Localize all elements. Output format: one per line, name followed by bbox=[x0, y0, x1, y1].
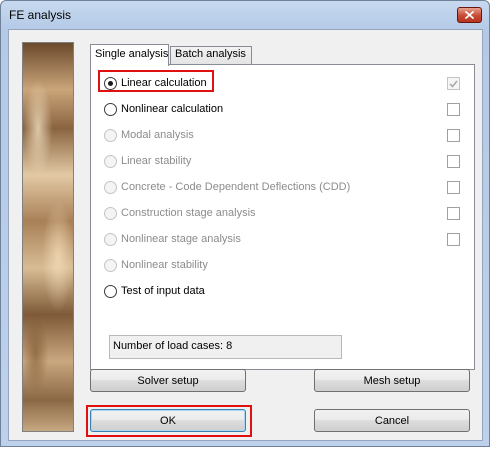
radio-icon[interactable] bbox=[104, 102, 117, 116]
modal-analysis-checkbox[interactable] bbox=[447, 129, 460, 142]
mesh-setup-label: Mesh setup bbox=[363, 374, 421, 387]
title-bar[interactable]: FE analysis bbox=[1, 1, 489, 29]
mesh-setup-button[interactable]: Mesh setup bbox=[314, 369, 470, 392]
option-label: Nonlinear stability bbox=[121, 259, 208, 271]
option-nonlinear-stage-analysis[interactable]: Nonlinear stage analysis bbox=[104, 231, 241, 247]
radio-icon bbox=[104, 258, 117, 272]
radio-icon bbox=[104, 232, 117, 246]
radio-icon bbox=[104, 180, 117, 194]
option-label: Nonlinear calculation bbox=[121, 103, 224, 115]
solver-setup-label: Solver setup bbox=[137, 374, 199, 387]
radio-icon[interactable] bbox=[104, 284, 117, 298]
tab-batch-analysis[interactable]: Batch analysis bbox=[170, 46, 252, 65]
option-concrete-cdd[interactable]: Concrete - Code Dependent Deflections (C… bbox=[104, 179, 350, 195]
close-button[interactable] bbox=[457, 7, 482, 23]
option-construction-stage-analysis[interactable]: Construction stage analysis bbox=[104, 205, 256, 221]
option-linear-calculation[interactable]: Linear calculation bbox=[104, 75, 207, 91]
single-analysis-panel: Linear calculation Nonlinear calculation… bbox=[90, 64, 475, 370]
tab-batch-analysis-label: Batch analysis bbox=[175, 48, 246, 60]
load-cases-text: Number of load cases: 8 bbox=[113, 340, 233, 352]
nonlinear-stage-analysis-checkbox[interactable] bbox=[447, 233, 460, 246]
cancel-button[interactable]: Cancel bbox=[314, 409, 470, 432]
radio-icon bbox=[104, 128, 117, 142]
ok-button[interactable]: OK bbox=[90, 409, 246, 432]
tab-single-analysis[interactable]: Single analysis bbox=[90, 44, 169, 66]
ok-label: OK bbox=[160, 414, 176, 427]
option-nonlinear-stability[interactable]: Nonlinear stability bbox=[104, 257, 208, 273]
cancel-label: Cancel bbox=[374, 414, 410, 427]
tab-single-analysis-label: Single analysis bbox=[95, 48, 169, 60]
option-nonlinear-calculation[interactable]: Nonlinear calculation bbox=[104, 101, 223, 117]
option-label: Nonlinear stage analysis bbox=[121, 233, 241, 245]
option-label: Concrete - Code Dependent Deflections (C… bbox=[121, 181, 351, 193]
option-modal-analysis[interactable]: Modal analysis bbox=[104, 127, 194, 143]
window-title: FE analysis bbox=[9, 8, 72, 22]
radio-selected-dot bbox=[108, 80, 113, 86]
solver-setup-button[interactable]: Solver setup bbox=[90, 369, 246, 392]
radio-icon bbox=[104, 206, 117, 220]
fe-analysis-dialog: FE analysis Single analysis Batch analys… bbox=[0, 0, 490, 447]
option-label: Linear calculation bbox=[121, 77, 207, 89]
construction-stage-analysis-checkbox[interactable] bbox=[447, 207, 460, 220]
option-label: Linear stability bbox=[121, 155, 192, 167]
dialog-body: Single analysis Batch analysis Linear ca… bbox=[8, 29, 483, 441]
concrete-cdd-checkbox[interactable] bbox=[447, 181, 460, 194]
option-label: Test of input data bbox=[121, 285, 205, 297]
radio-icon[interactable] bbox=[104, 76, 117, 90]
checkmark-icon bbox=[449, 80, 458, 88]
close-icon bbox=[465, 11, 474, 19]
option-label: Construction stage analysis bbox=[121, 207, 256, 219]
load-cases-info: Number of load cases: 8 bbox=[109, 335, 342, 359]
radio-icon bbox=[104, 154, 117, 168]
decorative-wood-image bbox=[22, 42, 74, 432]
option-linear-stability[interactable]: Linear stability bbox=[104, 153, 191, 169]
nonlinear-calculation-checkbox[interactable] bbox=[447, 103, 460, 116]
option-label: Modal analysis bbox=[121, 129, 194, 141]
linear-calculation-checkbox[interactable] bbox=[447, 77, 460, 90]
option-test-of-input-data[interactable]: Test of input data bbox=[104, 283, 205, 299]
linear-stability-checkbox[interactable] bbox=[447, 155, 460, 168]
